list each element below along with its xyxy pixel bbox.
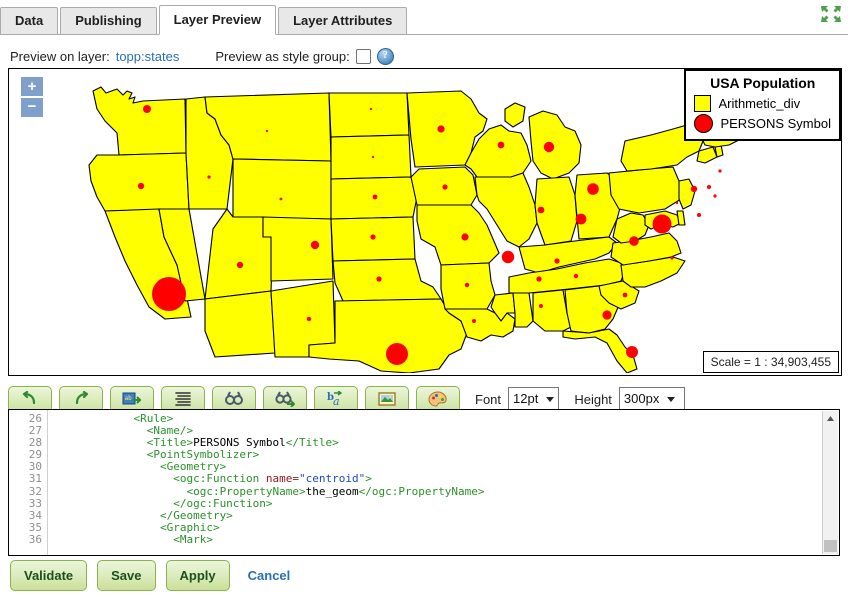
font-size-select[interactable]: 12pt bbox=[508, 387, 560, 411]
code-token: <ogc:Function bbox=[54, 472, 266, 486]
legend-title: USA Population bbox=[710, 75, 816, 91]
code-area[interactable]: <Rule> <Name/> <Title>PERSONS Symbol</Ti… bbox=[48, 410, 839, 555]
map-scale-indicator: Scale = 1 : 34,903,455 bbox=[702, 351, 839, 373]
preview-on-layer-label: Preview on layer: bbox=[10, 49, 110, 64]
line-number: 32 bbox=[28, 484, 42, 498]
legend-entry-arithmetic: Arithmetic_div bbox=[694, 95, 831, 112]
legend-entry-persons: PERSONS Symbol bbox=[694, 114, 831, 133]
expand-arrows-icon[interactable] bbox=[820, 4, 842, 24]
font-size-value: 12pt bbox=[513, 391, 539, 406]
preview-as-style-group-label: Preview as style group: bbox=[215, 49, 350, 64]
tab-layer-preview[interactable]: Layer Preview bbox=[158, 5, 277, 35]
layer-preview-page: Data Publishing Layer Preview Layer Attr… bbox=[0, 0, 848, 596]
code-token: the_geom bbox=[305, 484, 359, 498]
tab-publishing-label: Publishing bbox=[75, 13, 142, 28]
code-token: <Geometry> bbox=[54, 460, 227, 474]
chevron-down-icon bbox=[667, 396, 676, 402]
legend-entry-label: PERSONS Symbol bbox=[720, 116, 831, 131]
code-token: <PointSymbolizer> bbox=[54, 448, 260, 462]
map-preview-container[interactable]: + − USA Population Arithmetic_div PERSON… bbox=[8, 68, 842, 376]
legend-circle-swatch-icon bbox=[694, 114, 714, 133]
code-line[interactable]: <Mark> bbox=[54, 532, 839, 546]
code-token: </Title> bbox=[285, 436, 339, 450]
code-token: </ogc:PropertyName> bbox=[358, 484, 485, 498]
line-number: 36 bbox=[28, 532, 42, 546]
tab-layer-attributes[interactable]: Layer Attributes bbox=[278, 7, 408, 35]
code-token: <Rule> bbox=[54, 412, 174, 425]
scrollbar-thumb[interactable] bbox=[824, 540, 837, 552]
line-number: 31 bbox=[28, 472, 42, 486]
line-number: 33 bbox=[28, 496, 42, 510]
code-token: > bbox=[365, 472, 372, 486]
form-actions: Validate Save Apply Cancel bbox=[10, 560, 290, 591]
map-legend: USA Population Arithmetic_div PERSONS Sy… bbox=[684, 69, 841, 141]
code-token: "centroid" bbox=[299, 472, 366, 486]
tab-bar: Data Publishing Layer Preview Layer Attr… bbox=[0, 5, 848, 35]
tab-layer-preview-label: Layer Preview bbox=[173, 12, 262, 27]
height-value: 300px bbox=[623, 391, 660, 406]
help-icon[interactable]: ? bbox=[376, 48, 394, 65]
validate-button[interactable]: Validate bbox=[10, 560, 88, 591]
tab-data[interactable]: Data bbox=[0, 7, 59, 35]
map-zoom-controls[interactable]: + − bbox=[21, 77, 43, 117]
height-select[interactable]: 300px bbox=[618, 387, 685, 411]
zoom-in-button[interactable]: + bbox=[21, 77, 43, 96]
chevron-down-icon bbox=[546, 396, 555, 402]
save-button[interactable]: Save bbox=[97, 560, 156, 591]
code-token: <Mark> bbox=[54, 532, 213, 546]
tab-data-label: Data bbox=[15, 13, 44, 28]
height-label: Height bbox=[574, 391, 612, 407]
tab-layer-attributes-label: Layer Attributes bbox=[293, 13, 393, 28]
code-token: </ogc:Function> bbox=[54, 496, 273, 510]
apply-button[interactable]: Apply bbox=[165, 560, 230, 591]
code-token: PERSONS Symbol bbox=[193, 436, 286, 450]
svg-text:a: a bbox=[333, 395, 340, 407]
editor-vertical-scrollbar[interactable] bbox=[822, 411, 838, 554]
font-label: Font bbox=[475, 391, 502, 407]
code-token: name= bbox=[265, 472, 300, 486]
zoom-out-button[interactable]: − bbox=[21, 98, 43, 117]
layer-name-link[interactable]: topp:states bbox=[116, 49, 180, 64]
code-token: <Graphic> bbox=[54, 520, 220, 534]
preview-bar: Preview on layer: topp:states Preview as… bbox=[10, 48, 394, 65]
style-group-checkbox[interactable] bbox=[355, 49, 371, 64]
legend-entry-label: Arithmetic_div bbox=[718, 96, 801, 111]
svg-text:ab: ab bbox=[125, 395, 133, 402]
code-token: <ogc:PropertyName> bbox=[54, 484, 306, 498]
code-token: <Title> bbox=[54, 436, 194, 450]
scroll-up-arrow-icon[interactable] bbox=[823, 411, 838, 425]
legend-square-swatch-icon bbox=[694, 95, 712, 112]
cancel-link[interactable]: Cancel bbox=[248, 568, 291, 583]
code-token: </Geometry> bbox=[54, 508, 233, 522]
sld-code-editor[interactable]: 26 27 28 29 30 31 32 33 34 35 36 <Rule> <Name/> <T… bbox=[8, 409, 840, 556]
code-token: <Name/> bbox=[54, 424, 194, 438]
tab-publishing[interactable]: Publishing bbox=[60, 7, 157, 35]
line-number-gutter: 26 27 28 29 30 31 32 33 34 35 36 bbox=[9, 410, 48, 555]
